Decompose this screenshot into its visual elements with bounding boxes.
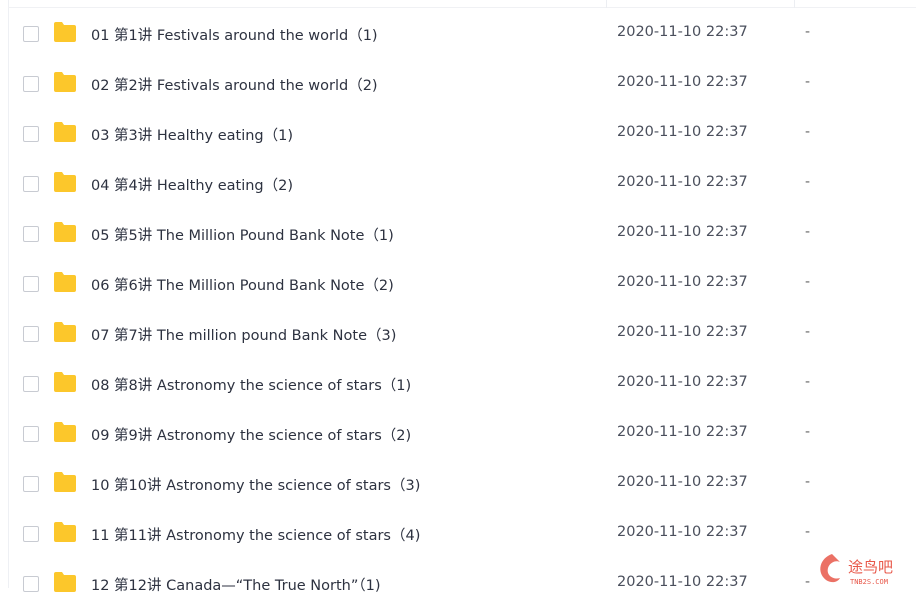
folder-icon (54, 72, 76, 92)
column-separator (794, 0, 795, 8)
file-name[interactable]: 03 第3讲 Healthy eating（1) (91, 124, 293, 145)
row-checkbox[interactable] (23, 426, 39, 442)
file-row[interactable]: 06 第6讲 The Million Pound Bank Note（2) 20… (9, 259, 916, 309)
modified-date: 2020-11-10 22:37 (617, 24, 748, 40)
file-row[interactable]: 09 第9讲 Astronomy the science of stars（2)… (9, 409, 916, 459)
row-checkbox[interactable] (23, 526, 39, 542)
file-size: - (805, 224, 811, 240)
folder-icon (54, 172, 76, 192)
folder-icon (54, 522, 76, 542)
file-size: - (805, 74, 811, 90)
folder-icon (54, 272, 76, 292)
file-size: - (805, 174, 811, 190)
modified-date: 2020-11-10 22:37 (617, 274, 748, 290)
row-checkbox[interactable] (23, 276, 39, 292)
folder-icon (54, 372, 76, 392)
file-name[interactable]: 04 第4讲 Healthy eating（2) (91, 174, 293, 195)
file-name[interactable]: 05 第5讲 The Million Pound Bank Note（1) (91, 224, 394, 245)
modified-date: 2020-11-10 22:37 (617, 174, 748, 190)
row-checkbox[interactable] (23, 376, 39, 392)
row-checkbox[interactable] (23, 226, 39, 242)
modified-date: 2020-11-10 22:37 (617, 324, 748, 340)
watermark-subtext: TNB2S.COM (850, 578, 888, 586)
file-row[interactable]: 10 第10讲 Astronomy the science of stars（3… (9, 459, 916, 509)
file-row[interactable]: 04 第4讲 Healthy eating（2) 2020-11-10 22:3… (9, 159, 916, 209)
modified-date: 2020-11-10 22:37 (617, 74, 748, 90)
file-row[interactable]: 08 第8讲 Astronomy the science of stars（1)… (9, 359, 916, 409)
file-size: - (805, 474, 811, 490)
folder-icon (54, 472, 76, 492)
file-row[interactable]: 11 第11讲 Astronomy the science of stars（4… (9, 509, 916, 559)
header-divider (8, 7, 916, 8)
file-name[interactable]: 09 第9讲 Astronomy the science of stars（2) (91, 424, 411, 445)
folder-icon (54, 322, 76, 342)
modified-date: 2020-11-10 22:37 (617, 474, 748, 490)
file-row[interactable]: 03 第3讲 Healthy eating（1) 2020-11-10 22:3… (9, 109, 916, 159)
file-row[interactable]: 05 第5讲 The Million Pound Bank Note（1) 20… (9, 209, 916, 259)
file-size: - (805, 524, 811, 540)
file-name[interactable]: 08 第8讲 Astronomy the science of stars（1) (91, 374, 411, 395)
folder-icon (54, 422, 76, 442)
modified-date: 2020-11-10 22:37 (617, 374, 748, 390)
file-name[interactable]: 10 第10讲 Astronomy the science of stars（3… (91, 474, 420, 495)
modified-date: 2020-11-10 22:37 (617, 424, 748, 440)
row-checkbox[interactable] (23, 326, 39, 342)
watermark-text: 途鸟吧 (848, 558, 893, 576)
file-size: - (805, 424, 811, 440)
file-row[interactable]: 01 第1讲 Festivals around the world（1) 202… (9, 9, 916, 59)
modified-date: 2020-11-10 22:37 (617, 224, 748, 240)
file-name[interactable]: 06 第6讲 The Million Pound Bank Note（2) (91, 274, 394, 295)
row-checkbox[interactable] (23, 476, 39, 492)
folder-icon (54, 122, 76, 142)
file-name[interactable]: 01 第1讲 Festivals around the world（1) (91, 24, 378, 45)
file-name[interactable]: 07 第7讲 The million pound Bank Note（3) (91, 324, 396, 345)
file-size: - (805, 274, 811, 290)
row-checkbox[interactable] (23, 176, 39, 192)
folder-icon (54, 22, 76, 42)
modified-date: 2020-11-10 22:37 (617, 124, 748, 140)
file-size: - (805, 124, 811, 140)
file-name[interactable]: 02 第2讲 Festivals around the world（2) (91, 74, 378, 95)
file-size: - (805, 324, 811, 340)
row-checkbox[interactable] (23, 126, 39, 142)
file-name[interactable]: 12 第12讲 Canada—“The True North”（1) (91, 574, 381, 595)
file-size: - (805, 374, 811, 390)
file-size: - (805, 24, 811, 40)
file-row[interactable]: 07 第7讲 The million pound Bank Note（3) 20… (9, 309, 916, 359)
watermark-logo: 途鸟吧 TNB2S.COM (820, 554, 893, 586)
file-name[interactable]: 11 第11讲 Astronomy the science of stars（4… (91, 524, 420, 545)
file-row[interactable]: 02 第2讲 Festivals around the world（2) 202… (9, 59, 916, 109)
folder-icon (54, 572, 76, 592)
row-checkbox[interactable] (23, 26, 39, 42)
column-separator (606, 0, 607, 8)
row-checkbox[interactable] (23, 576, 39, 592)
modified-date: 2020-11-10 22:37 (617, 524, 748, 540)
folder-icon (54, 222, 76, 242)
row-checkbox[interactable] (23, 76, 39, 92)
file-row[interactable]: 12 第12讲 Canada—“The True North”（1) 2020-… (9, 559, 916, 609)
